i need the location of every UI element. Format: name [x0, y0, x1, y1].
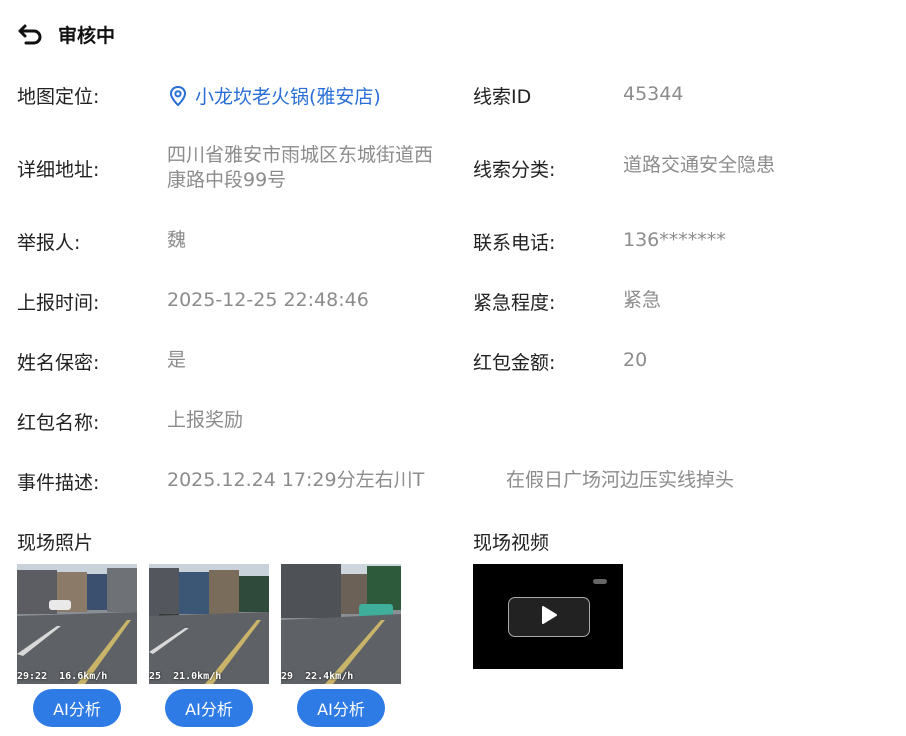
clue-id-value: 45344: [623, 83, 684, 105]
row-address: 详细地址: 四川省雅安市雨城区东城街道西 康路中段99号 线索分类: 道路交通安…: [0, 143, 906, 197]
map-label: 地图定位:: [17, 86, 100, 108]
report-time-value: 2025-12-25 22:48:46: [167, 289, 369, 311]
video-section-title: 现场视频: [473, 532, 550, 554]
scene-video-player[interactable]: [473, 564, 623, 669]
ai-analysis-button-1[interactable]: AI分析: [33, 689, 121, 727]
map-location-text: 小龙坎老火锅(雅安店): [195, 86, 381, 108]
page-title: 审核中: [58, 24, 116, 47]
row-reporter: 举报人: 魏 联系电话: 136*******: [0, 228, 906, 256]
reporter-value: 魏: [167, 229, 187, 251]
ai-analysis-button-3[interactable]: AI分析: [297, 689, 385, 727]
address-line-2: 康路中段99号: [167, 169, 287, 191]
redpacket-amount-value: 20: [623, 349, 648, 371]
address-label: 详细地址:: [17, 159, 100, 181]
ai-analysis-button-2[interactable]: AI分析: [165, 689, 253, 727]
scene-photo-1[interactable]: 29:22 16.6km/h: [17, 564, 137, 684]
play-icon: [539, 604, 559, 630]
reporter-label: 举报人:: [17, 232, 81, 254]
row-map: 地图定位: 小龙坎老火锅(雅安店) 线索ID 45344: [0, 82, 906, 110]
phone-value: 136*******: [623, 229, 726, 251]
scene-photo-2[interactable]: 25 21.0km/h: [149, 564, 269, 684]
row-event: 事件描述: 2025.12.24 17:29分左右川T 在假日广场河边压实线掉头: [0, 468, 906, 496]
photo-speed-overlay: 29 22.4km/h: [281, 671, 354, 682]
event-description-part-1: 2025.12.24 17:29分左右川T: [167, 469, 425, 491]
redpacket-name-value: 上报奖励: [167, 409, 244, 431]
clue-id-label: 线索ID: [473, 86, 532, 108]
video-indicator: [593, 579, 607, 584]
urgency-label: 紧急程度:: [473, 292, 556, 314]
anonymous-value: 是: [167, 349, 187, 371]
header: 审核中: [16, 18, 115, 50]
report-time-label: 上报时间:: [17, 292, 100, 314]
urgency-value: 紧急: [623, 289, 662, 311]
map-location-link[interactable]: 小龙坎老火锅(雅安店): [167, 82, 381, 109]
address-line-1: 四川省雅安市雨城区东城街道西: [167, 144, 434, 166]
back-arrow-icon[interactable]: [16, 19, 46, 49]
anonymous-label: 姓名保密:: [17, 352, 100, 374]
photo-speed-overlay: 29:22 16.6km/h: [17, 671, 108, 682]
location-pin-icon: [167, 85, 189, 107]
event-description-part-2: 在假日广场河边压实线掉头: [506, 469, 735, 491]
scene-photo-3[interactable]: 29 22.4km/h: [281, 564, 401, 684]
play-button[interactable]: [508, 597, 590, 637]
photo-speed-overlay: 25 21.0km/h: [149, 671, 222, 682]
redpacket-name-label: 红包名称:: [17, 412, 100, 434]
clue-type-value: 道路交通安全隐患: [623, 154, 776, 176]
photos-section-title: 现场照片: [17, 532, 94, 554]
row-time: 上报时间: 2025-12-25 22:48:46 紧急程度: 紧急: [0, 288, 906, 316]
event-description-label: 事件描述:: [17, 472, 100, 494]
clue-type-label: 线索分类:: [473, 159, 556, 181]
phone-label: 联系电话:: [473, 232, 556, 254]
redpacket-amount-label: 红包金额:: [473, 352, 556, 374]
row-anonymous: 姓名保密: 是 红包金额: 20: [0, 348, 906, 376]
row-redpacket-name: 红包名称: 上报奖励: [0, 408, 906, 436]
